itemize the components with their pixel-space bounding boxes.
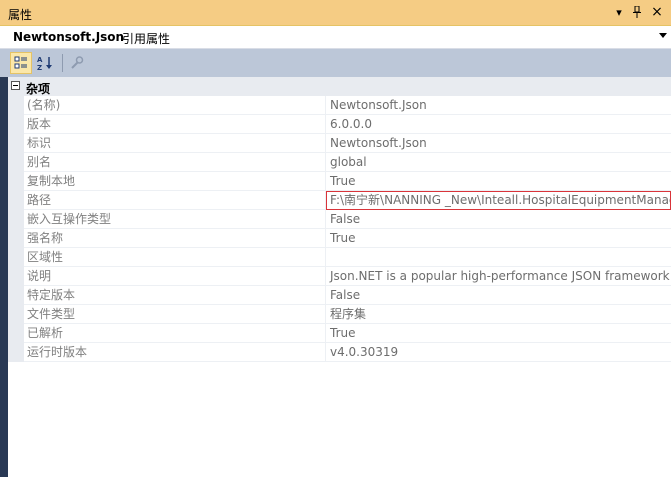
category-label: 杂项 xyxy=(26,82,51,96)
row-gutter xyxy=(8,210,24,229)
property-row[interactable]: 强名称 True xyxy=(8,229,671,248)
categorized-icon-glyph xyxy=(14,56,27,69)
categorized-view-icon[interactable] xyxy=(10,52,32,74)
row-gutter xyxy=(8,286,24,305)
property-name: 标识 xyxy=(24,134,326,153)
object-selector[interactable]: Newtonsoft.Json 引用属性 xyxy=(0,26,671,49)
property-row[interactable]: 文件类型 程序集 xyxy=(8,305,671,324)
property-value[interactable]: True xyxy=(326,172,671,191)
property-name: 运行时版本 xyxy=(24,343,326,362)
row-gutter xyxy=(8,305,24,324)
property-value[interactable]: Newtonsoft.Json xyxy=(326,96,671,115)
property-name: 文件类型 xyxy=(24,305,326,324)
row-gutter xyxy=(8,115,24,134)
az-sort-icon-glyph: A Z xyxy=(37,56,52,71)
property-name: 路径 xyxy=(24,191,326,210)
property-value[interactable] xyxy=(326,248,671,267)
row-gutter xyxy=(8,191,24,210)
wrench-icon-glyph xyxy=(71,56,84,69)
property-row[interactable]: 说明 Json.NET is a popular high-performance… xyxy=(8,267,671,286)
row-gutter xyxy=(8,324,24,343)
title-bar[interactable]: 属性 ▾ × xyxy=(0,0,671,26)
property-value[interactable]: 6.0.0.0 xyxy=(326,115,671,134)
row-gutter xyxy=(8,134,24,153)
row-gutter xyxy=(8,96,24,115)
property-value[interactable]: global xyxy=(326,153,671,172)
property-row[interactable]: (名称) Newtonsoft.Json xyxy=(8,96,671,115)
window-title: 属性 xyxy=(8,8,33,22)
property-name: 版本 xyxy=(24,115,326,134)
row-gutter xyxy=(8,343,24,362)
property-name: 强名称 xyxy=(24,229,326,248)
property-name: 区域性 xyxy=(24,248,326,267)
property-value[interactable]: 程序集 xyxy=(326,305,671,324)
property-value[interactable]: Json.NET is a popular high-performance J… xyxy=(326,267,671,286)
row-gutter xyxy=(8,248,24,267)
property-rows: (名称) Newtonsoft.Json 版本 6.0.0.0 标识 Newtonso… xyxy=(8,96,671,362)
property-value[interactable]: True xyxy=(326,324,671,343)
window-menu-dropdown-icon[interactable]: ▾ xyxy=(611,4,627,20)
property-name: 已解析 xyxy=(24,324,326,343)
row-gutter xyxy=(8,229,24,248)
property-value[interactable]: True xyxy=(326,229,671,248)
row-gutter xyxy=(8,267,24,286)
collapse-icon[interactable] xyxy=(11,81,20,90)
property-name: 别名 xyxy=(24,153,326,172)
property-name: 复制本地 xyxy=(24,172,326,191)
toolbar-separator xyxy=(62,54,63,72)
svg-text:A: A xyxy=(37,56,43,64)
property-value[interactable]: v4.0.30319 xyxy=(326,343,671,362)
close-icon[interactable]: × xyxy=(649,4,665,20)
property-value[interactable]: False xyxy=(326,210,671,229)
row-gutter xyxy=(8,172,24,191)
category-header[interactable]: 杂项 xyxy=(8,77,671,96)
chevron-down-icon[interactable] xyxy=(659,32,667,41)
pin-icon[interactable] xyxy=(629,4,645,20)
property-row[interactable]: 区域性 xyxy=(8,248,671,267)
property-row[interactable]: 标识 Newtonsoft.Json xyxy=(8,134,671,153)
property-pages-icon[interactable] xyxy=(66,52,88,74)
property-row[interactable]: 嵌入互操作类型 False xyxy=(8,210,671,229)
alphabetical-sort-icon[interactable]: A Z xyxy=(34,52,56,74)
property-name: 特定版本 xyxy=(24,286,326,305)
property-grid: 杂项 (名称) Newtonsoft.Json 版本 6.0.0.0 标识 Newto… xyxy=(8,77,671,477)
property-row[interactable]: 已解析 True xyxy=(8,324,671,343)
property-row[interactable]: 运行时版本 v4.0.30319 xyxy=(8,343,671,362)
property-toolbar: A Z xyxy=(0,49,671,77)
property-row[interactable]: 版本 6.0.0.0 xyxy=(8,115,671,134)
object-name: Newtonsoft.Json xyxy=(13,30,125,44)
properties-window: 属性 ▾ × Newtonsoft.Json 引用属性 A Z 杂项 (名称) … xyxy=(0,0,671,477)
chevron-down-icon-glyph xyxy=(659,33,667,38)
property-row-selected[interactable]: 路径 F:\南宁新\NANNING _New\Inteall.HospitalEq… xyxy=(8,191,671,210)
property-row[interactable]: 特定版本 False xyxy=(8,286,671,305)
svg-text:Z: Z xyxy=(37,64,42,71)
row-gutter xyxy=(8,153,24,172)
property-name: (名称) xyxy=(24,96,326,115)
property-row[interactable]: 别名 global xyxy=(8,153,671,172)
property-value[interactable]: Newtonsoft.Json xyxy=(326,134,671,153)
pin-icon-glyph xyxy=(633,6,641,18)
property-value[interactable]: F:\南宁新\NANNING _New\Inteall.HospitalEqui… xyxy=(326,191,671,210)
property-row[interactable]: 复制本地 True xyxy=(8,172,671,191)
property-name: 嵌入互操作类型 xyxy=(24,210,326,229)
object-type: 引用属性 xyxy=(122,32,171,46)
property-name: 说明 xyxy=(24,267,326,286)
property-value[interactable]: False xyxy=(326,286,671,305)
